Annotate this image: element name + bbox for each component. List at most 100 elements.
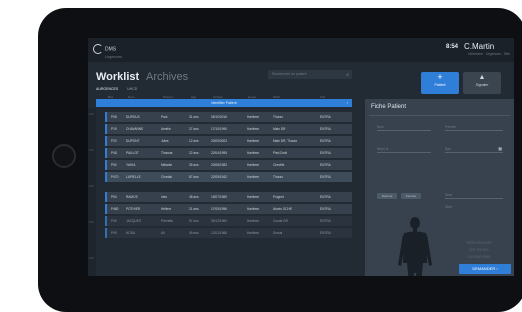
- new-patient-button[interactable]: + Patient: [421, 72, 459, 94]
- cell-box: P08: [111, 115, 117, 119]
- cell-motif: Thorax: [273, 115, 283, 119]
- cell-first: Paul: [161, 115, 168, 119]
- search-icon: ⌕: [346, 72, 349, 78]
- identify-patient-banner[interactable]: Identifier Patient ›: [96, 99, 352, 107]
- cell-first: Inès: [161, 195, 168, 199]
- cell-date: 23/09/2003: [211, 139, 227, 143]
- cell-box: P48: [111, 151, 117, 155]
- cell-age: 87 ans: [189, 175, 199, 179]
- user-role: Infirmière · Urgences · Site: [468, 52, 510, 56]
- cell-status: ENTRA: [320, 195, 331, 199]
- cell-box: P470: [111, 175, 119, 179]
- table-row[interactable]: P08 DUROUX Paul 31 ans 05/10/2016 Harlème Thor…: [105, 112, 352, 122]
- user-name[interactable]: C.Martin: [464, 42, 494, 51]
- cell-date: 17/10/1990: [211, 127, 227, 131]
- cell-name: JACQUES: [126, 219, 142, 223]
- home-button[interactable]: [52, 144, 76, 168]
- sex-male-chip[interactable]: Homme: [377, 193, 397, 199]
- cell-age: 27 ans: [189, 127, 199, 131]
- page-title[interactable]: Worklist: [96, 71, 139, 83]
- time-axis: 10h 11h 12h 13h 14h: [88, 108, 96, 276]
- cell-name: LAPIELLE: [126, 175, 141, 179]
- cell-name: DUROUX: [126, 115, 140, 119]
- cell-loc: Harlème: [247, 115, 260, 119]
- cell-date: 12/01/1968: [211, 231, 227, 235]
- table-row[interactable]: P40 JACQUES Pierrette 57 ans 05/12/1960 Harlè…: [105, 216, 352, 226]
- cell-age: 49 ans: [189, 231, 199, 235]
- logo-icon: [93, 44, 103, 54]
- field-age[interactable]: Âge ▦: [445, 145, 503, 153]
- cell-age: 57 ans: [189, 219, 199, 223]
- cell-status: ENTRA: [320, 163, 331, 167]
- cell-motif: Main DR, Thorax: [273, 139, 298, 143]
- cell-date: 23/08/1983: [211, 163, 227, 167]
- table-row[interactable]: P64 RAMOS Inès 48 ans 15/07/1969 Harlème Poign…: [105, 192, 352, 202]
- calendar-icon: ▦: [498, 146, 502, 151]
- time-label: 14h: [89, 256, 95, 260]
- cell-name: HODA: [126, 231, 136, 235]
- field-prenom[interactable]: Prénom: [445, 123, 503, 131]
- cell-age: 22 ans: [189, 151, 199, 155]
- cell-name: CHAVANNE: [126, 127, 144, 131]
- time-label: 10h: [89, 112, 95, 116]
- cell-date: 22/05/1942: [211, 175, 227, 179]
- cell-box: P49: [111, 231, 117, 235]
- cell-date: 15/07/1969: [211, 195, 227, 199]
- cell-date: 22/04/1995: [211, 151, 227, 155]
- table-row[interactable]: P19 CHAVANNE Amélie 27 ans 17/10/1990 Harlème…: [105, 124, 352, 134]
- cell-age: 48 ans: [189, 195, 199, 199]
- table-row[interactable]: P50 YAHIA Mélanie 35 ans 23/08/1983 Harlème Ch…: [105, 160, 352, 170]
- cell-status: ENTRA: [320, 231, 331, 235]
- cell-loc: Harlème: [247, 219, 260, 223]
- cell-loc: Harlème: [247, 195, 260, 199]
- field-birthdate[interactable]: Né(e) le: [377, 145, 431, 153]
- plus-icon: +: [437, 72, 443, 82]
- cell-loc: Harlème: [247, 231, 260, 235]
- cell-motif: Cheville: [273, 163, 285, 167]
- cell-motif: Pied Droit: [273, 151, 287, 155]
- chevron-right-icon: ›: [346, 100, 348, 105]
- subtab-urgences[interactable]: AURGENCES: [96, 87, 118, 91]
- cell-box: P20: [111, 139, 117, 143]
- time-label: 12h: [89, 184, 95, 188]
- cell-motif: Thorax: [273, 175, 283, 179]
- demand-button[interactable]: DEMANDER ›: [459, 264, 511, 274]
- table-row[interactable]: P20 DUPONT Jules 12 ans 23/09/2003 Harlème Mai…: [105, 136, 352, 146]
- table-row[interactable]: P470 LAPIELLE Chantal 87 ans 22/05/1942 Harlè…: [105, 172, 352, 182]
- cell-first: Chantal: [161, 175, 172, 179]
- cell-age: 31 ans: [189, 115, 199, 119]
- app-logo: DMS Urgences: [93, 44, 122, 59]
- table-row[interactable]: P480 POTHIER Hélène 21 ans 17/05/1996 Harlème…: [105, 204, 352, 214]
- tab-archives[interactable]: Archives: [146, 71, 188, 83]
- cell-motif: Dorsal: [273, 231, 283, 235]
- cell-status: ENTRA: [320, 175, 331, 179]
- cell-motif: Abcès GCHE: [273, 207, 292, 211]
- subtab-uhcd[interactable]: UHCD: [127, 87, 137, 91]
- time-label: 13h: [89, 220, 95, 224]
- field-nom[interactable]: Nom: [377, 123, 431, 131]
- search-input[interactable]: Rechercher un patient ⌕: [268, 70, 352, 79]
- cell-status: ENTRA: [320, 139, 331, 143]
- cell-motif: Main DR: [273, 127, 286, 131]
- body-diagram[interactable]: [395, 215, 435, 276]
- field-sexe[interactable]: Sexe: [445, 191, 503, 199]
- cell-loc: Harlème: [247, 175, 260, 179]
- sex-female-chip[interactable]: Femme: [401, 193, 421, 199]
- cell-motif: Poignet: [273, 195, 284, 199]
- cell-date: 17/05/1996: [211, 207, 227, 211]
- cell-date: 05/10/2016: [211, 115, 227, 119]
- cell-status: ENTRA: [320, 115, 331, 119]
- cell-name: DUPONT: [126, 139, 140, 143]
- cell-first: Hélène: [161, 207, 172, 211]
- cell-age: 21 ans: [189, 207, 199, 211]
- cell-loc: Harlème: [247, 151, 260, 155]
- alert-button[interactable]: ▲ Signaler: [463, 72, 501, 94]
- cell-box: P64: [111, 195, 117, 199]
- cell-box: P19: [111, 127, 117, 131]
- cell-name: POTHIER: [126, 207, 141, 211]
- cell-first: Pierrette: [161, 219, 174, 223]
- table-row[interactable]: P48 PAILLOT Thomas 22 ans 22/04/1995 Harlème P…: [105, 148, 352, 158]
- cell-loc: Harlème: [247, 207, 260, 211]
- table-row[interactable]: P49 HODA Ali 49 ans 12/01/1968 Harlème Dorsal E…: [105, 228, 352, 238]
- cell-status: ENTRA: [320, 207, 331, 211]
